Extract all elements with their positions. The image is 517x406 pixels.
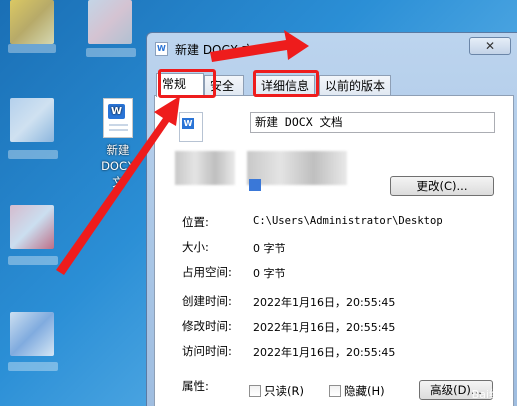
separator — [172, 368, 497, 369]
modified-value: 2022年1月16日，20:55:45 — [253, 321, 396, 334]
attributes-label: 属性: — [182, 379, 209, 393]
close-button[interactable]: ✕ — [469, 37, 511, 55]
desktop-icon-blurred[interactable] — [88, 0, 132, 44]
window-title: 新建 DOCX 文 — [175, 43, 254, 57]
desktop-icon-blurred[interactable] — [10, 0, 54, 44]
size-value: 0 字节 — [253, 242, 286, 255]
tab-previous-versions[interactable]: 以前的版本 — [319, 75, 391, 97]
accessed-label: 访问时间: — [182, 344, 232, 358]
open-with-blurred — [247, 151, 347, 185]
word-doc-icon — [155, 42, 168, 56]
size-label: 大小: — [182, 240, 209, 254]
desktop-icon-blurred[interactable] — [10, 98, 54, 142]
readonly-checkbox[interactable]: 只读(R) — [249, 383, 304, 399]
desktop-label-blurred — [8, 44, 56, 53]
open-with-app-icon — [249, 179, 261, 191]
checkbox-box[interactable] — [329, 385, 341, 397]
hidden-label: 隐藏(H) — [344, 384, 385, 398]
tab-security[interactable]: 安全 — [204, 75, 244, 97]
readonly-label: 只读(R) — [264, 384, 304, 398]
separator — [172, 286, 497, 287]
separator — [172, 206, 497, 207]
tab-label: 以前的版本 — [325, 79, 386, 93]
docx-file-icon: W — [179, 112, 203, 142]
desktop-icon-blurred[interactable] — [10, 205, 54, 249]
checkbox-box[interactable] — [249, 385, 261, 397]
file-type-blurred — [175, 151, 235, 185]
watermark: Bai经验 — [471, 388, 511, 401]
desktop-label-blurred — [8, 150, 58, 159]
location-label: 位置: — [182, 215, 209, 229]
disk-size-label: 占用空间: — [182, 265, 232, 279]
change-button[interactable]: 更改(C)... — [390, 176, 494, 196]
tab-general[interactable]: 常规 — [156, 73, 204, 97]
desktop-label-blurred — [86, 48, 136, 57]
disk-size-value: 0 字节 — [253, 267, 286, 280]
hidden-checkbox[interactable]: 隐藏(H) — [329, 383, 385, 399]
properties-window: 新建 DOCX 文 ✕ 常规 安全 详细信息 以前的版本 W 新建 DOCX 文… — [146, 32, 517, 406]
general-panel: W 新建 DOCX 文档 更改(C)... 位置: C:\Users\Admin… — [154, 95, 514, 406]
desktop-label-blurred — [8, 362, 58, 371]
title-bar[interactable]: 新建 DOCX 文 ✕ — [147, 33, 517, 63]
created-value: 2022年1月16日，20:55:45 — [253, 296, 396, 309]
desktop-docx-label-2: 文 — [112, 175, 124, 189]
docx-file-icon: W — [103, 98, 133, 138]
accessed-value: 2022年1月16日，20:55:45 — [253, 346, 396, 359]
desktop-label-blurred — [8, 256, 58, 265]
created-label: 创建时间: — [182, 294, 232, 308]
tab-details[interactable]: 详细信息 — [255, 75, 315, 97]
file-name-input[interactable]: 新建 DOCX 文档 — [250, 112, 495, 133]
separator — [172, 142, 497, 143]
desktop-docx-file[interactable]: W 新建 DOCX 文 — [88, 98, 148, 190]
desktop-icon-blurred[interactable] — [10, 312, 54, 356]
desktop-docx-label: 新建 DOCX — [101, 143, 135, 173]
tab-label: 详细信息 — [261, 79, 310, 93]
tab-label: 常规 — [162, 77, 187, 91]
location-value: C:\Users\Administrator\Desktop — [253, 215, 443, 227]
modified-label: 修改时间: — [182, 319, 232, 333]
tab-label: 安全 — [210, 79, 235, 93]
